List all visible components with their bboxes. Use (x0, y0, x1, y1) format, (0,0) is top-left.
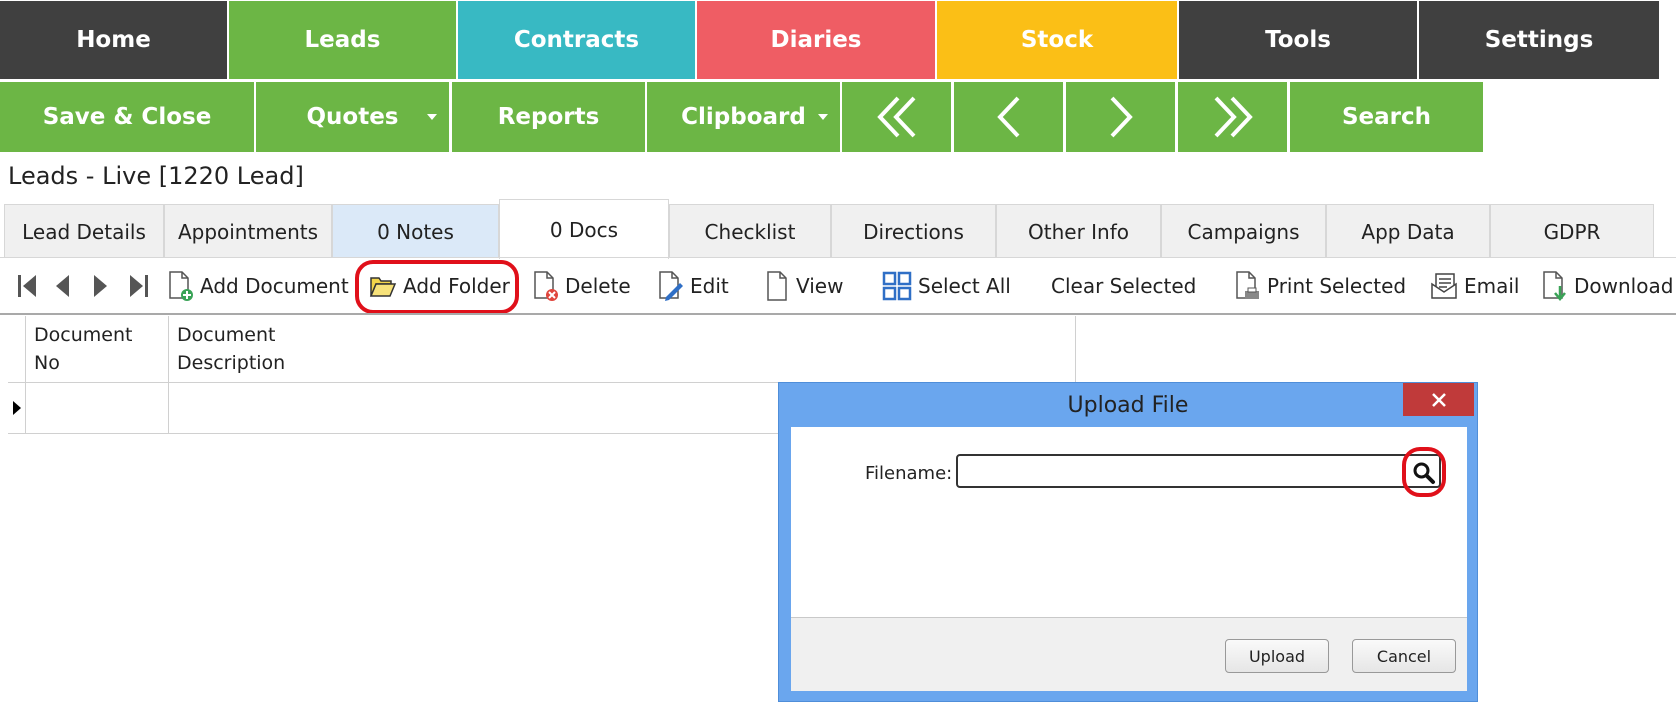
delete-button[interactable]: Delete (531, 262, 631, 310)
edit-label: Edit (690, 274, 729, 298)
page-title: Leads - Live [1220 Lead] (8, 162, 304, 190)
clear-selected-label: Clear Selected (1051, 274, 1197, 298)
last-record-button[interactable] (1178, 82, 1287, 152)
previous-record-button[interactable] (954, 82, 1063, 152)
dialog-footer: Upload Cancel (791, 617, 1467, 691)
current-row-icon (13, 401, 21, 415)
edit-button[interactable]: Edit (656, 262, 729, 310)
chevron-down-icon (818, 114, 828, 120)
nav-stock[interactable]: Stock (937, 1, 1179, 79)
print-selected-button[interactable]: Print Selected (1233, 262, 1406, 310)
upload-file-dialog: Upload File Filename: Upload Cancel (778, 382, 1478, 702)
tab-campaigns[interactable]: Campaigns (1161, 204, 1326, 258)
view-button[interactable]: View (764, 262, 843, 310)
add-document-button[interactable]: Add Document (166, 262, 349, 310)
nav-contracts[interactable]: Contracts (458, 1, 697, 79)
column-header-line: Document (34, 324, 133, 346)
first-record-button[interactable] (842, 82, 951, 152)
primary-nav: Home Leads Contracts Diaries Stock Tools… (0, 0, 1676, 80)
tab-directions[interactable]: Directions (831, 204, 996, 258)
tab-other-info[interactable]: Other Info (996, 204, 1161, 258)
delete-label: Delete (565, 274, 631, 298)
add-document-label: Add Document (200, 274, 349, 298)
column-header-line: Description (177, 352, 286, 374)
quotes-label: Quotes (306, 104, 399, 130)
email-icon (1431, 273, 1457, 299)
tab-docs[interactable]: 0 Docs (499, 199, 669, 259)
chevron-down-icon (427, 114, 437, 120)
chevron-right-icon (1110, 96, 1133, 138)
save-close-button[interactable]: Save & Close (0, 82, 254, 152)
select-all-button[interactable]: Select All (882, 262, 1011, 310)
quotes-button[interactable]: Quotes (256, 82, 449, 152)
email-button[interactable]: Email (1430, 262, 1520, 310)
nav-home[interactable]: Home (0, 1, 229, 79)
edit-document-icon (659, 271, 683, 301)
clipboard-button[interactable]: Clipboard (647, 82, 840, 152)
print-document-icon (1236, 271, 1259, 299)
dialog-body: Filename: (791, 427, 1467, 617)
triangle-right-icon (94, 275, 107, 297)
add-document-icon (169, 271, 193, 301)
view-label: View (796, 274, 844, 298)
tab-gdpr[interactable]: GDPR (1490, 204, 1654, 258)
tab-divider (0, 257, 1676, 258)
tab-checklist[interactable]: Checklist (669, 204, 831, 258)
cancel-button[interactable]: Cancel (1352, 639, 1456, 673)
cell-document-no[interactable] (26, 383, 169, 433)
tab-app-data[interactable]: App Data (1326, 204, 1490, 258)
clipboard-label: Clipboard (681, 104, 806, 130)
column-header-line: Document (177, 324, 276, 346)
nav-diaries[interactable]: Diaries (697, 1, 937, 79)
first-doc-button[interactable] (16, 262, 44, 310)
tab-lead-details[interactable]: Lead Details (4, 204, 164, 258)
close-button[interactable] (1403, 383, 1474, 416)
tab-appointments[interactable]: Appointments (164, 204, 332, 258)
column-header-document-no[interactable]: Document No (26, 316, 169, 382)
secondary-nav: Save & Close Quotes Reports Clipboard Se… (0, 80, 1676, 153)
double-chevron-left-icon (876, 96, 915, 138)
nav-leads[interactable]: Leads (229, 1, 458, 79)
download-document-icon (1543, 271, 1566, 301)
triangle-left-icon (56, 275, 69, 297)
double-chevron-right-icon (1214, 96, 1253, 138)
download-button[interactable]: Download (1540, 262, 1673, 310)
select-all-label: Select All (918, 274, 1011, 298)
toolbar-divider (0, 313, 1676, 315)
chevron-left-icon (996, 96, 1019, 138)
record-tabs: Lead Details Appointments 0 Notes 0 Docs… (4, 199, 1676, 259)
column-header-document-description[interactable]: Document Description (169, 316, 1075, 382)
nav-settings[interactable]: Settings (1419, 1, 1659, 79)
nav-tools[interactable]: Tools (1179, 1, 1419, 79)
column-header-line: No (34, 352, 60, 374)
filename-input[interactable] (956, 454, 1441, 488)
grid-select-icon (882, 271, 912, 301)
document-icon (767, 271, 787, 301)
last-doc-button[interactable] (128, 262, 156, 310)
print-selected-label: Print Selected (1267, 274, 1407, 298)
previous-doc-button[interactable] (53, 262, 77, 310)
skip-first-icon (18, 275, 36, 297)
delete-document-icon (534, 271, 558, 301)
download-label: Download (1574, 274, 1674, 298)
add-folder-highlight (355, 260, 519, 314)
clear-selected-button[interactable]: Clear Selected (1051, 262, 1196, 310)
email-label: Email (1464, 274, 1520, 298)
search-button[interactable]: Search (1290, 82, 1483, 152)
next-doc-button[interactable] (92, 262, 116, 310)
skip-last-icon (130, 275, 148, 297)
upload-button[interactable]: Upload (1225, 639, 1329, 673)
docs-toolbar: Add Document Add Folder Delete Edit View… (0, 260, 1676, 314)
close-icon (1431, 392, 1446, 407)
dialog-title: Upload File (1067, 393, 1189, 418)
reports-button[interactable]: Reports (452, 82, 645, 152)
next-record-button[interactable] (1066, 82, 1175, 152)
browse-highlight (1402, 447, 1446, 497)
filename-label: Filename: (865, 463, 953, 484)
tab-notes[interactable]: 0 Notes (332, 204, 499, 258)
